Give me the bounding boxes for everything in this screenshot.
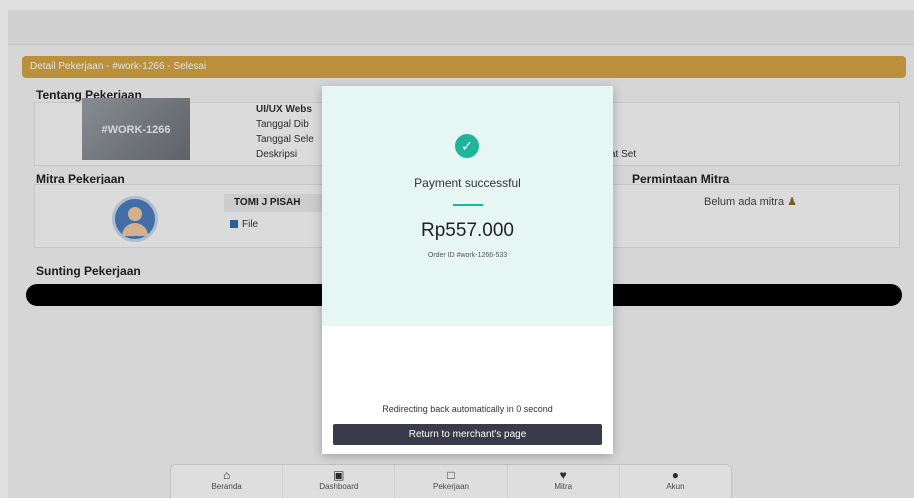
modal-header-area	[322, 86, 613, 326]
redirect-text: Redirecting back automatically in 0 seco…	[382, 404, 553, 414]
payment-amount: Rp557.000	[421, 220, 514, 241]
return-to-merchant-button[interactable]: Return to merchant's page	[333, 424, 602, 445]
payment-modal: ✓ Payment successful Rp557.000 Order ID …	[322, 86, 613, 454]
payment-title: Payment successful	[414, 176, 521, 190]
accent-divider	[453, 204, 483, 206]
check-icon: ✓	[455, 134, 479, 158]
order-id: Order ID #work-1266-533	[427, 252, 508, 259]
